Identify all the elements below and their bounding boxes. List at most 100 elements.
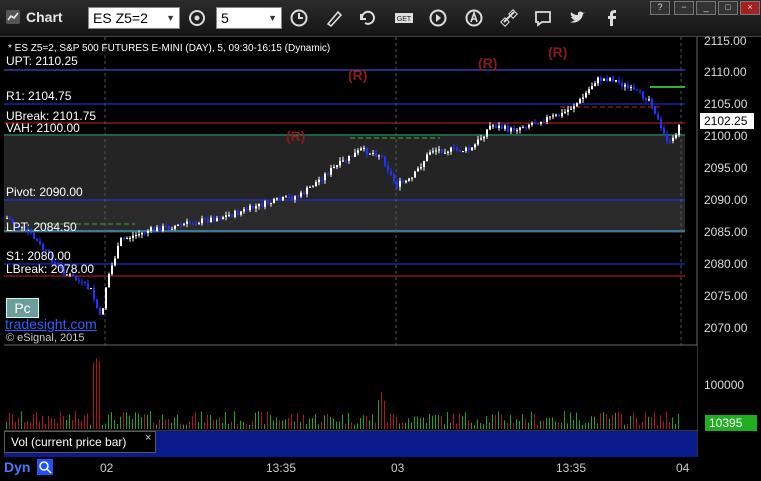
dynamic-button[interactable]: Dyn <box>4 459 30 475</box>
facebook-icon <box>608 10 616 26</box>
candle-body <box>300 192 302 197</box>
pc-button[interactable]: Pc <box>6 298 39 318</box>
volume-bar <box>81 421 82 429</box>
candle-body <box>408 178 410 181</box>
candle-body <box>510 127 512 132</box>
volume-bar <box>489 422 490 429</box>
close-icon[interactable]: × <box>740 1 760 15</box>
link-button[interactable] <box>497 7 521 29</box>
twitter-button[interactable] <box>566 7 590 29</box>
volume-bar <box>57 423 58 429</box>
candle-body <box>534 122 536 124</box>
symbol-settings-button[interactable] <box>185 7 209 29</box>
volume-bar <box>648 416 649 429</box>
volume-bar <box>423 417 424 429</box>
candle-body <box>411 177 413 179</box>
candle-body <box>39 241 41 244</box>
candle-body <box>357 150 359 153</box>
play-button[interactable] <box>426 7 450 29</box>
candle-body <box>660 119 662 129</box>
candle-body <box>444 152 446 154</box>
candle-body <box>489 125 491 130</box>
volume-bar <box>201 411 202 429</box>
candle-body <box>360 148 362 151</box>
volume-bar <box>117 424 118 429</box>
volume-bar <box>384 400 385 429</box>
candle-body <box>138 234 140 236</box>
price-tick: 2090.00 <box>704 193 748 207</box>
volume-bar <box>216 419 217 429</box>
candle-body <box>528 124 530 128</box>
interval-clock-button[interactable] <box>287 7 311 29</box>
symbol-input[interactable]: ES Z5=2 ▼ <box>88 7 180 29</box>
volume-bar <box>474 424 475 429</box>
candle-body <box>162 226 164 232</box>
facebook-button[interactable] <box>600 7 624 29</box>
get-data-button[interactable]: GET <box>392 7 416 29</box>
help-icon[interactable]: ? <box>650 1 670 15</box>
r-marker: (R) <box>548 44 568 60</box>
candle-body <box>585 92 587 98</box>
volume-study-label[interactable]: Vol (current price bar) <box>4 431 156 453</box>
interval-input[interactable]: 5 ▼ <box>216 7 282 29</box>
candle-body <box>666 133 668 141</box>
candle-body <box>459 149 461 152</box>
volume-bar <box>63 416 64 429</box>
candle-body <box>426 154 428 162</box>
refresh-button[interactable] <box>356 7 380 29</box>
link-icon <box>500 9 518 27</box>
volume-bar <box>75 411 76 429</box>
candle-body <box>6 217 8 219</box>
draw-button[interactable] <box>322 7 346 29</box>
candle-body <box>354 152 356 157</box>
candle-body <box>498 125 500 129</box>
volume-bar <box>660 415 661 429</box>
alert-button[interactable] <box>462 7 486 29</box>
chevron-down-icon[interactable]: ▼ <box>166 8 175 28</box>
zoom-icon[interactable] <box>37 459 53 475</box>
candle-body <box>204 218 206 220</box>
volume-bar <box>597 423 598 429</box>
volume-bar <box>93 362 94 429</box>
candle-body <box>183 223 185 225</box>
close-icon[interactable]: × <box>145 432 151 444</box>
level-upt: UPT: 2110.25 <box>6 54 78 68</box>
volume-bar <box>24 422 25 429</box>
volume-bar <box>342 414 343 429</box>
candle-body <box>192 223 194 225</box>
candle-body <box>396 181 398 187</box>
volume-bar <box>633 412 634 429</box>
price-tick: 2115.00 <box>704 34 747 48</box>
candle-body <box>447 151 449 153</box>
candle-body <box>96 299 98 308</box>
volume-bar <box>570 412 571 429</box>
price-chart[interactable] <box>0 37 761 481</box>
candle-body <box>519 127 521 131</box>
candle-body <box>552 115 554 117</box>
r-marker: (R) <box>286 128 306 144</box>
candle-body <box>450 147 452 152</box>
tradesight-link[interactable]: tradesight.com <box>5 316 97 332</box>
pin-icon[interactable]: − <box>674 1 694 15</box>
candle-body <box>462 151 464 153</box>
candle-body <box>351 155 353 157</box>
candle-body <box>456 147 458 150</box>
candle-body <box>645 98 647 101</box>
volume-bar <box>468 420 469 429</box>
candle-body <box>108 274 110 288</box>
volume-bar <box>513 423 514 429</box>
volume-bar <box>264 424 265 429</box>
candle-body <box>129 237 131 239</box>
candle-body <box>189 221 191 224</box>
volume-bar <box>486 416 487 429</box>
maximize-icon[interactable]: □ <box>718 1 738 15</box>
volume-bar <box>207 415 208 429</box>
volume-bar <box>549 418 550 429</box>
chevron-down-icon[interactable]: ▼ <box>268 8 277 28</box>
candle-body <box>141 232 143 235</box>
chat-button[interactable] <box>531 7 555 29</box>
volume-bar <box>636 417 637 429</box>
minimize-icon[interactable]: _ <box>696 1 716 15</box>
candle-body <box>339 161 341 166</box>
volume-bar <box>348 412 349 429</box>
